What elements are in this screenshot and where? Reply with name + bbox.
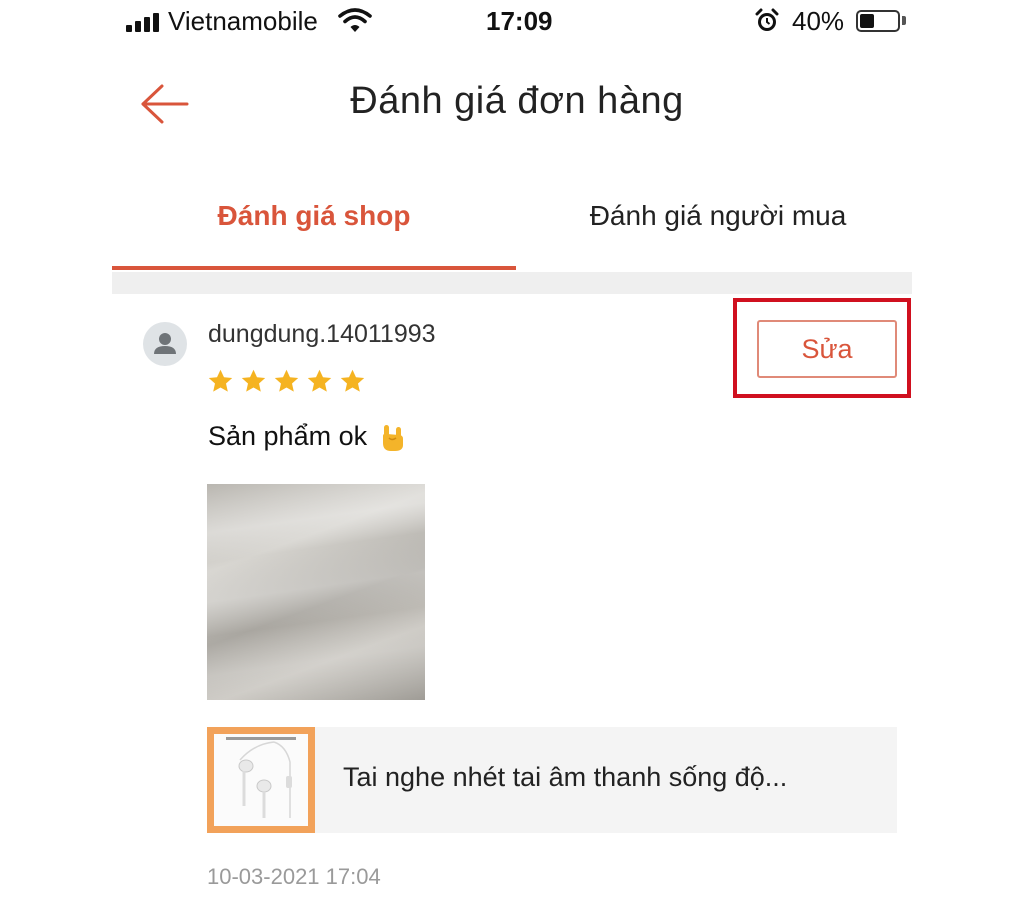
tab-buyer-review[interactable]: Đánh giá người mua <box>516 200 920 270</box>
active-tab-indicator <box>112 266 516 270</box>
carrier-name: Vietnamobile <box>168 6 318 36</box>
review-comment: Sản phẩm ok 🤘 <box>208 421 405 453</box>
alarm-icon <box>755 8 779 31</box>
star-icon <box>274 369 299 392</box>
battery-percent: 40% <box>792 6 845 36</box>
tab-buyer-review-label: Đánh giá người mua <box>589 200 847 231</box>
star-icon <box>241 369 266 392</box>
review-timestamp: 10-03-2021 17:04 <box>207 864 381 889</box>
review-text: Sản phẩm ok <box>208 421 368 451</box>
review-photo[interactable] <box>207 484 425 700</box>
section-divider <box>112 272 912 294</box>
rock-hand-emoji-icon <box>382 424 403 451</box>
page-title: Đánh giá đơn hàng <box>350 80 684 122</box>
product-thumbnail <box>207 727 315 833</box>
signal-icon <box>126 12 160 32</box>
user-icon <box>154 333 176 354</box>
wifi-icon <box>338 8 372 32</box>
tab-shop-review-label: Đánh giá shop <box>217 200 411 231</box>
battery-fill <box>860 14 874 28</box>
tab-shop-review[interactable]: Đánh giá shop <box>112 200 516 270</box>
star-icon <box>340 369 365 392</box>
star-rating <box>207 368 366 395</box>
battery-cap <box>902 16 906 25</box>
battery-icon <box>856 10 900 32</box>
edit-review-button[interactable]: Sửa <box>757 320 897 378</box>
reviewer-username: dungdung.14011993 <box>208 320 436 348</box>
star-icon <box>307 369 332 392</box>
product-name: Tai nghe nhét tai âm thanh sống độ... <box>343 762 788 792</box>
status-time: 17:09 <box>486 6 553 36</box>
avatar <box>143 322 187 366</box>
earphones-icon <box>226 737 296 818</box>
star-icon <box>208 369 233 392</box>
